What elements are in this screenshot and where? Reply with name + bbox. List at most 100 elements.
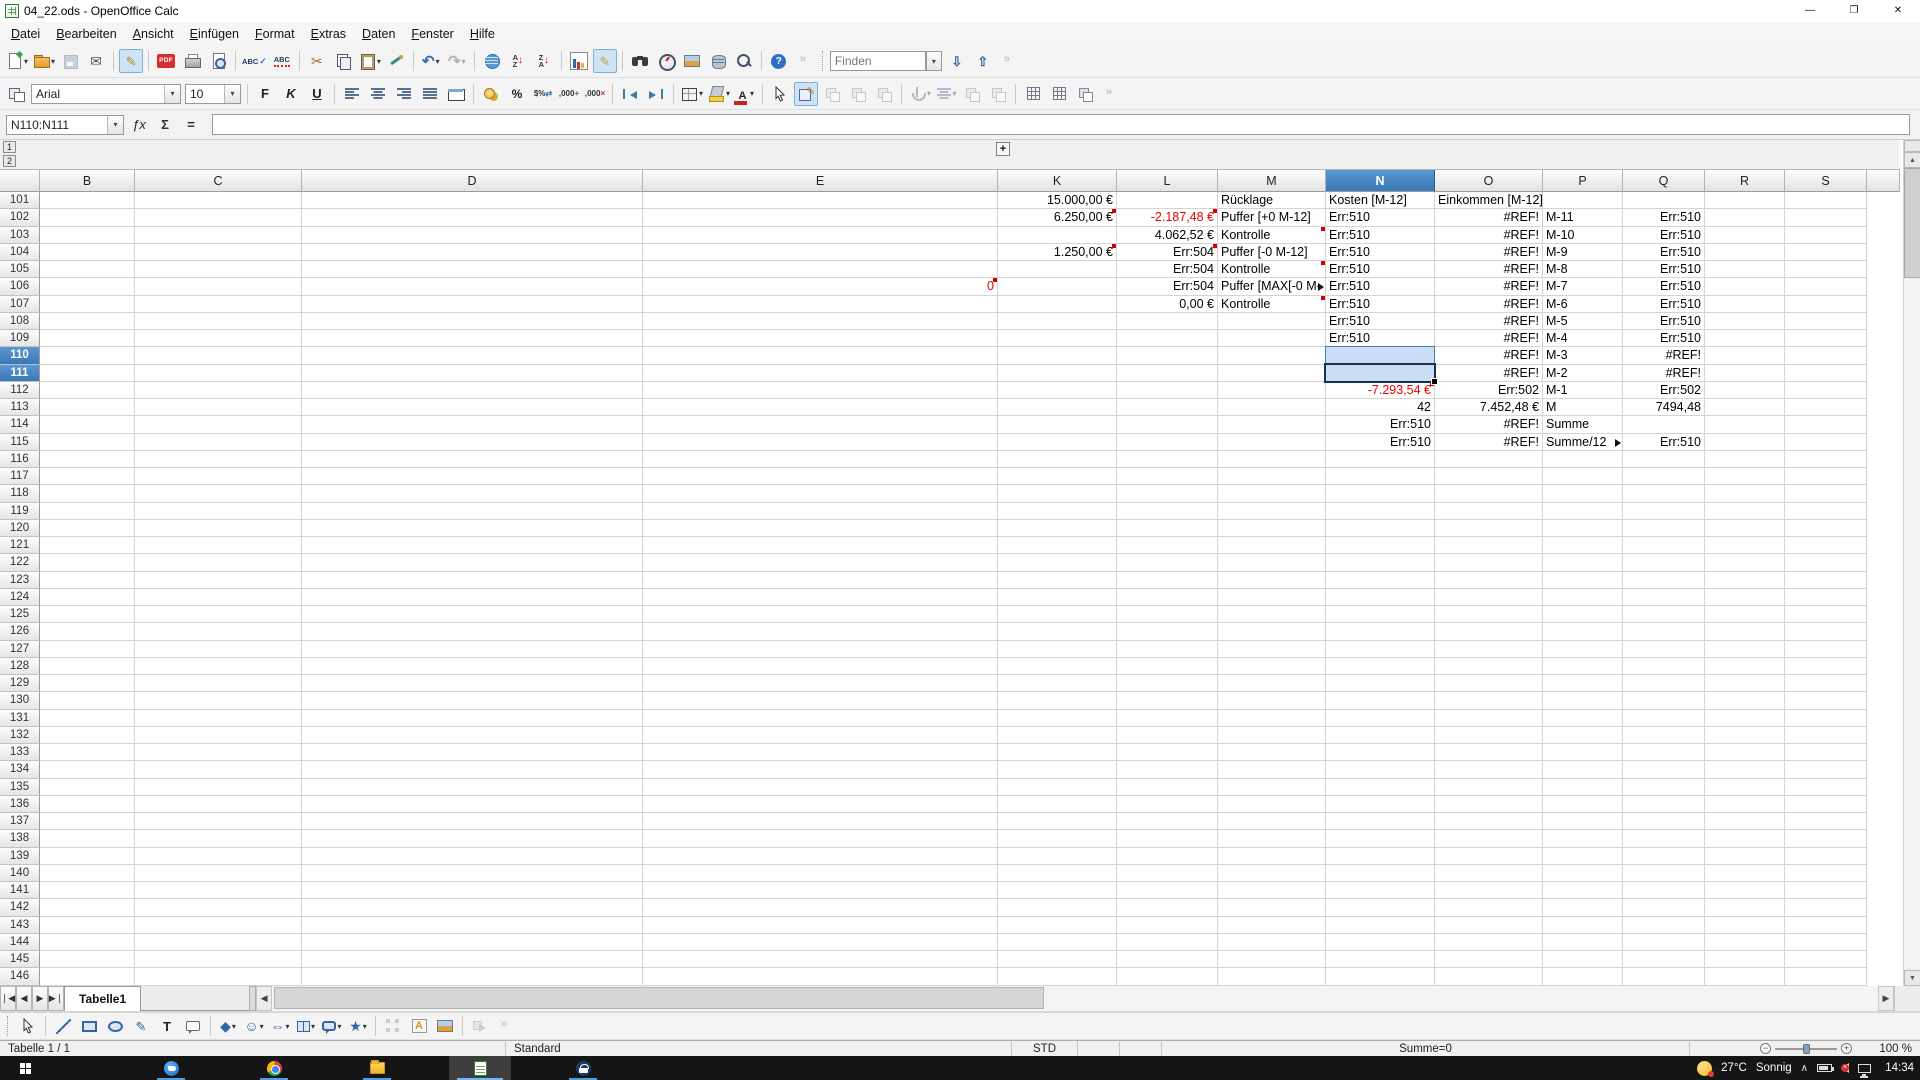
cell-P130[interactable] [1543,692,1623,709]
cell-D141[interactable] [302,882,643,899]
cell-E104[interactable] [643,244,998,261]
cell-K111[interactable] [998,365,1117,382]
cell-C121[interactable] [135,537,302,554]
cell-E118[interactable] [643,485,998,502]
cell-K106[interactable] [998,278,1117,295]
cell-M124[interactable] [1218,589,1326,606]
column-header-E[interactable]: E [643,170,998,192]
row-header-137[interactable]: 137 [0,813,40,830]
cell-D131[interactable] [302,710,643,727]
cell-L102[interactable]: -2.187,48 € [1117,209,1218,226]
cell-R102[interactable] [1705,209,1785,226]
cell-S129[interactable] [1785,675,1867,692]
cell-L142[interactable] [1117,899,1218,916]
cell-M137[interactable] [1218,813,1326,830]
cell-S118[interactable] [1785,485,1867,502]
cell-C102[interactable] [135,209,302,226]
cell-B126[interactable] [40,623,135,640]
cell-B121[interactable] [40,537,135,554]
cell-R115[interactable] [1705,434,1785,451]
cell-C126[interactable] [135,623,302,640]
cell-D107[interactable] [302,296,643,313]
cell-O125[interactable] [1435,606,1543,623]
cell-M140[interactable] [1218,865,1326,882]
cell-O114[interactable]: #REF! [1435,416,1543,433]
cell-O101[interactable]: Einkommen [M-12] [1435,192,1543,209]
cell-K135[interactable] [998,779,1117,796]
cell-S127[interactable] [1785,641,1867,658]
cell-R107[interactable] [1705,296,1785,313]
cell-D109[interactable] [302,330,643,347]
cell-K133[interactable] [998,744,1117,761]
cell-K128[interactable] [998,658,1117,675]
cell-P129[interactable] [1543,675,1623,692]
cell-L135[interactable] [1117,779,1218,796]
cell-E105[interactable] [643,261,998,278]
cell-M118[interactable] [1218,485,1326,502]
cell-R144[interactable] [1705,934,1785,951]
cell-C117[interactable] [135,468,302,485]
row-header-117[interactable]: 117 [0,468,40,485]
cell-B135[interactable] [40,779,135,796]
cell-N139[interactable] [1326,848,1435,865]
cell-E115[interactable] [643,434,998,451]
cell-R114[interactable] [1705,416,1785,433]
row-header-140[interactable]: 140 [0,865,40,882]
cell-M102[interactable]: Puffer [+0 M-12] [1218,209,1326,226]
cell-R118[interactable] [1705,485,1785,502]
cell-D137[interactable] [302,813,643,830]
cell-C114[interactable] [135,416,302,433]
cell-R109[interactable] [1705,330,1785,347]
cell-D139[interactable] [302,848,643,865]
cell-Q104[interactable]: Err:510 [1623,244,1705,261]
cell-C101[interactable] [135,192,302,209]
find-previous-button[interactable]: ⇧ [971,49,995,73]
cell-D129[interactable] [302,675,643,692]
column-header-D[interactable]: D [302,170,643,192]
cell-K129[interactable] [998,675,1117,692]
align-left-button[interactable] [340,82,364,106]
cell-O126[interactable] [1435,623,1543,640]
stars-button[interactable]: ★▾ [346,1014,370,1038]
cell-C124[interactable] [135,589,302,606]
cell-D122[interactable] [302,554,643,571]
cell-B106[interactable] [40,278,135,295]
cell-Q143[interactable] [1623,917,1705,934]
row-header-110[interactable]: 110 [0,347,40,364]
redo-button[interactable]: ↷▾ [445,49,469,73]
cell-K104[interactable]: 1.250,00 € [998,244,1117,261]
cell-S145[interactable] [1785,951,1867,968]
auto-spellcheck-button[interactable]: ABC [270,49,294,73]
scroll-right-button[interactable]: ▶ [1878,986,1894,1011]
cell-C113[interactable] [135,399,302,416]
merge-cells-button[interactable] [444,82,468,106]
cell-S138[interactable] [1785,830,1867,847]
cell-L122[interactable] [1117,554,1218,571]
cell-S103[interactable] [1785,227,1867,244]
start-button[interactable] [2,1056,48,1080]
cell-N123[interactable] [1326,572,1435,589]
cell-S126[interactable] [1785,623,1867,640]
cell-E137[interactable] [643,813,998,830]
formula-input-line[interactable] [212,114,1910,135]
cell-L130[interactable] [1117,692,1218,709]
cell-E144[interactable] [643,934,998,951]
cell-D124[interactable] [302,589,643,606]
cell-R126[interactable] [1705,623,1785,640]
cell-L121[interactable] [1117,537,1218,554]
cell-N141[interactable] [1326,882,1435,899]
cell-K116[interactable] [998,451,1117,468]
sum-button[interactable]: Σ [153,114,177,136]
cell-Q116[interactable] [1623,451,1705,468]
clock[interactable]: 14:34 [1882,1062,1914,1074]
cell-B139[interactable] [40,848,135,865]
cell-R128[interactable] [1705,658,1785,675]
cell-Q129[interactable] [1623,675,1705,692]
cell-B103[interactable] [40,227,135,244]
cell-M110[interactable] [1218,347,1326,364]
cell-B138[interactable] [40,830,135,847]
cell-M111[interactable] [1218,365,1326,382]
cell-S120[interactable] [1785,520,1867,537]
design-mode-button[interactable] [794,82,818,106]
cell-M113[interactable] [1218,399,1326,416]
